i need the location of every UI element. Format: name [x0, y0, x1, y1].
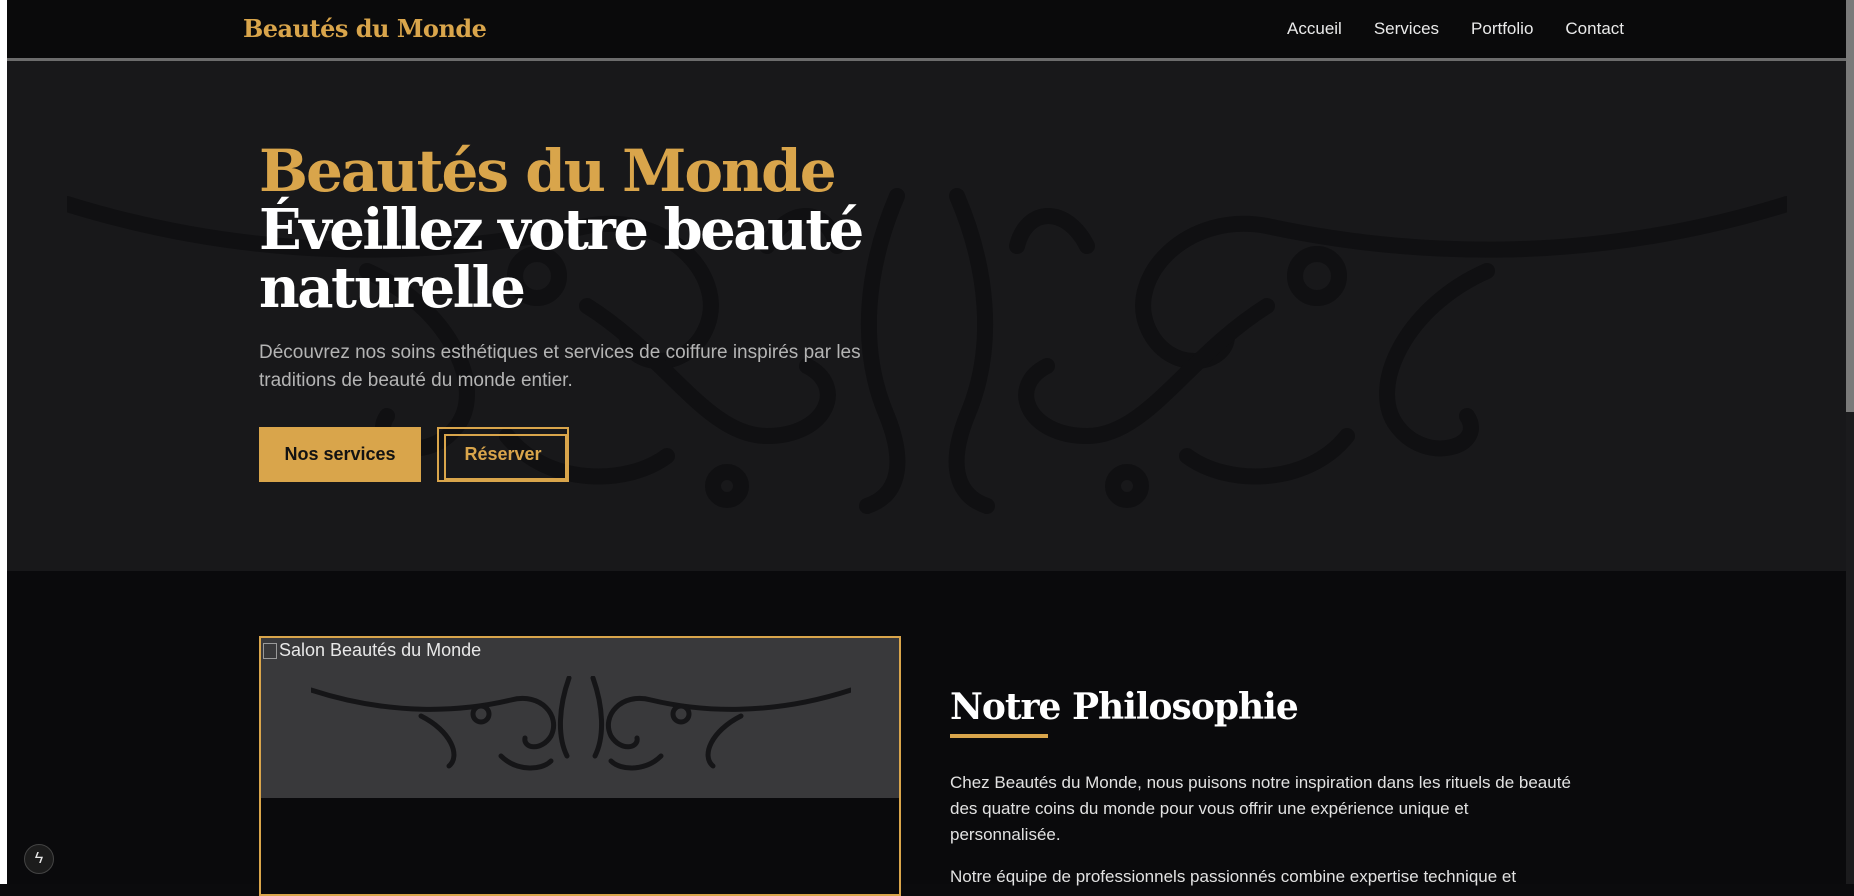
nav-link-contact[interactable]: Contact	[1565, 19, 1624, 39]
badge-symbol: ϟ	[34, 850, 44, 867]
hero-content: Beautés du Monde Éveillez votre beauté n…	[259, 141, 1019, 482]
vertical-scrollbar[interactable]	[1846, 0, 1854, 884]
nav-link-accueil[interactable]: Accueil	[1287, 19, 1342, 39]
title-underline	[950, 734, 1048, 738]
nav-brand-logo[interactable]: Beautés du Monde	[243, 14, 487, 43]
philosophy-paragraph-1: Chez Beautés du Monde, nous puisons notr…	[950, 773, 1571, 844]
hero-description: Découvrez nos soins esthétiques et servi…	[259, 342, 861, 391]
hero-buttons: Nos services Réserver	[259, 427, 1019, 482]
hero-headline: Éveillez votre beauté naturelle	[259, 197, 864, 321]
broken-image-icon	[263, 642, 277, 659]
lightning-icon[interactable]: ϟ	[24, 844, 54, 874]
top-navbar: Beautés du Monde Accueil Services Portfo…	[7, 0, 1846, 61]
services-button[interactable]: Nos services	[259, 427, 421, 482]
philosophy-title: Notre Philosophie	[950, 686, 1299, 728]
image-alt-text: Salon Beautés du Monde	[263, 640, 481, 661]
image-ornament-icon	[311, 676, 851, 771]
hero-section: Beautés du Monde Éveillez votre beauté n…	[7, 61, 1846, 571]
image-alt-label: Salon Beautés du Monde	[279, 640, 482, 660]
scrollbar-thumb[interactable]	[1846, 0, 1854, 412]
nav-link-services[interactable]: Services	[1374, 19, 1439, 39]
philosophy-text: Notre Philosophie Chez Beautés du Monde,…	[950, 686, 1590, 890]
nav-links: Accueil Services Portfolio Contact	[1287, 19, 1624, 39]
philosophy-section: Salon Beautés du Monde Notre Philosophie…	[7, 571, 1846, 896]
philosophy-paragraph-2: Notre équipe de professionnels passionné…	[950, 867, 1517, 886]
salon-image: Salon Beautés du Monde	[259, 636, 901, 896]
reserve-button[interactable]: Réserver	[437, 427, 569, 482]
nav-link-portfolio[interactable]: Portfolio	[1471, 19, 1533, 39]
hero-brand-title: Beautés du Monde	[259, 137, 837, 205]
window-edge	[0, 0, 7, 884]
